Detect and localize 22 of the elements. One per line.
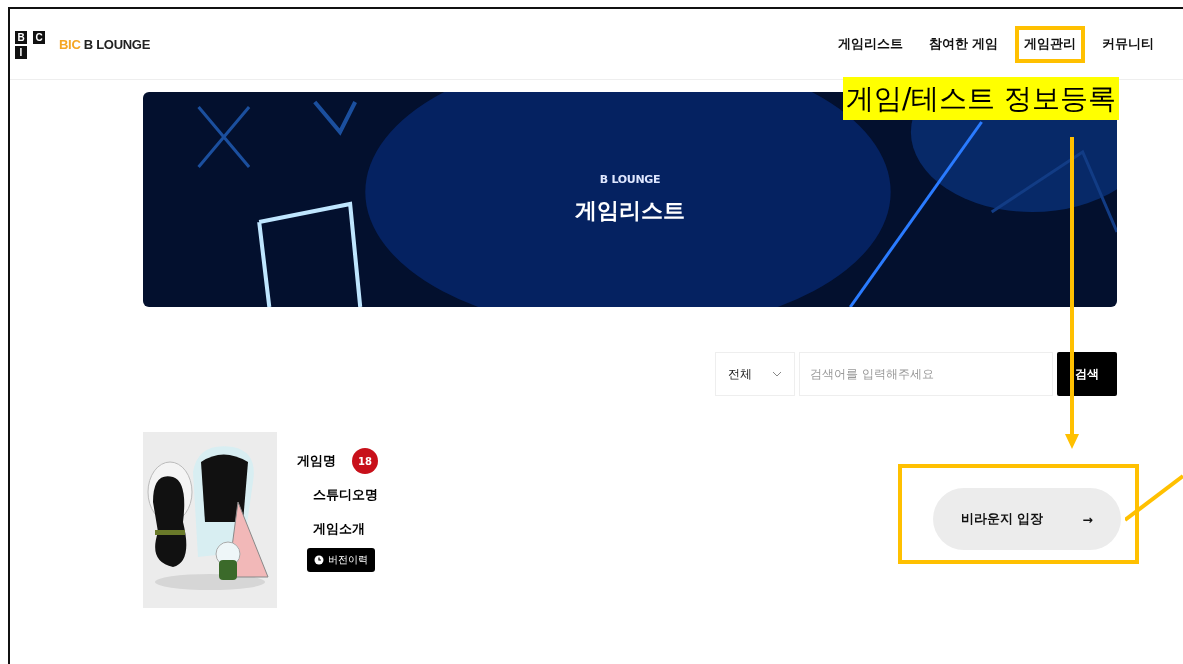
studio-name: 스튜디오명: [313, 486, 378, 504]
category-select[interactable]: 전체: [715, 352, 795, 396]
game-intro: 게임소개: [313, 520, 365, 538]
banner-title: 게임리스트: [575, 197, 685, 225]
brand-name: BIC B LOUNGE: [59, 36, 151, 52]
version-history-button[interactable]: 버전이력: [307, 548, 375, 572]
logo-letter: I: [15, 45, 27, 59]
nav-link[interactable]: 게임리스트: [828, 25, 912, 63]
clock-icon: [314, 555, 324, 565]
nav-link[interactable]: 참여한 게임: [919, 25, 1007, 63]
nav-link[interactable]: 게임관리: [1015, 25, 1085, 63]
chevron-down-icon: [772, 371, 782, 377]
logo-letter: B: [15, 30, 27, 44]
banner-eyebrow: B LOUNGE: [599, 173, 661, 186]
annotation-label: 게임/테스트 정보등록: [843, 77, 1120, 120]
search-button[interactable]: 검색: [1057, 352, 1117, 396]
search-field[interactable]: 검색어를 입력해주세요: [799, 352, 1053, 396]
enter-lounge-button[interactable]: 비라운지 입장 →: [933, 488, 1121, 550]
age-rating-badge: 18: [352, 448, 378, 474]
logo-letter: C: [33, 30, 45, 44]
nav-link[interactable]: 커뮤니티: [1093, 25, 1163, 63]
game-name: 게임명: [297, 452, 336, 470]
